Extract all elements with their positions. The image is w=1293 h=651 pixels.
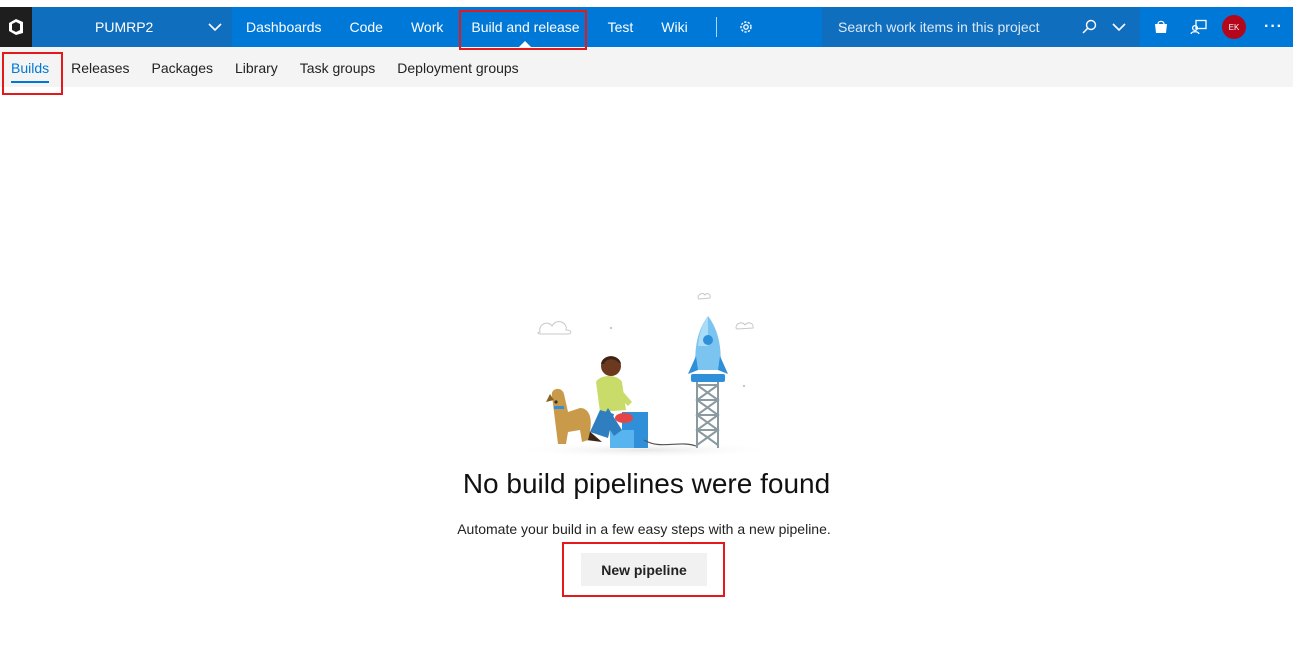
nav-wiki[interactable]: Wiki	[647, 7, 701, 47]
empty-state-description: Automate your build in a few easy steps …	[457, 521, 831, 537]
tab-builds[interactable]: Builds	[0, 47, 60, 87]
feedback-icon[interactable]	[1184, 7, 1214, 47]
chevron-down-icon[interactable]	[1108, 16, 1130, 38]
more-icon[interactable]: ···	[1264, 18, 1283, 36]
search-icon[interactable]	[1078, 16, 1100, 38]
nav-dashboards[interactable]: Dashboards	[232, 7, 336, 47]
marketplace-bag-icon[interactable]	[1146, 7, 1176, 47]
header-actions: EK ···	[1146, 7, 1283, 47]
project-name: PUMRP2	[95, 19, 154, 35]
tab-task-groups[interactable]: Task groups	[289, 47, 386, 87]
tab-library[interactable]: Library	[224, 47, 289, 87]
avatar[interactable]: EK	[1222, 15, 1246, 39]
gear-icon[interactable]	[731, 7, 761, 47]
top-navigation-bar: PUMRP2 Dashboards Code Work Build and re…	[0, 7, 1293, 47]
new-pipeline-button[interactable]: New pipeline	[581, 553, 707, 586]
sub-navigation-bar: Builds Releases Packages Library Task gr…	[0, 47, 1293, 87]
tab-packages[interactable]: Packages	[141, 47, 224, 87]
project-selector[interactable]: PUMRP2	[32, 7, 232, 47]
nav-build-and-release[interactable]: Build and release	[457, 7, 593, 47]
tab-deployment-groups[interactable]: Deployment groups	[386, 47, 529, 87]
search-input[interactable]	[838, 19, 1070, 35]
tab-releases[interactable]: Releases	[60, 47, 140, 87]
rocket-launch-illustration	[510, 293, 780, 458]
vsts-logo-icon[interactable]	[0, 7, 32, 47]
nav-code[interactable]: Code	[336, 7, 397, 47]
chevron-down-icon	[208, 19, 222, 35]
search-box	[822, 7, 1140, 47]
main-nav: Dashboards Code Work Build and release T…	[232, 7, 761, 47]
nav-divider	[715, 17, 717, 37]
nav-test[interactable]: Test	[594, 7, 648, 47]
empty-state-title: No build pipelines were found	[462, 468, 831, 499]
nav-work[interactable]: Work	[397, 7, 457, 47]
